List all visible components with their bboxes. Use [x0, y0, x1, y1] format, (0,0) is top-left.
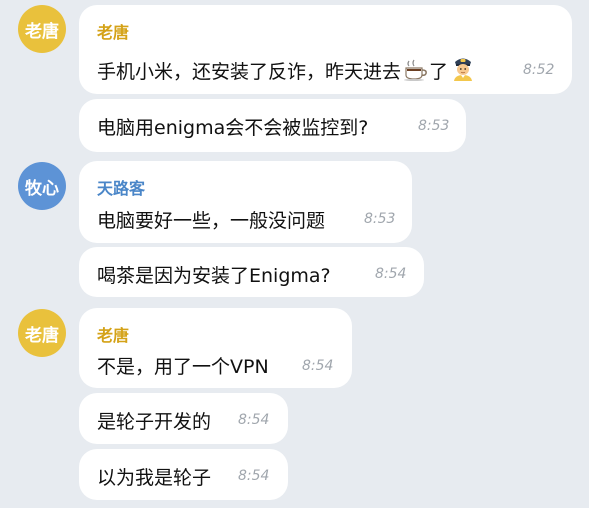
- message-bubble[interactable]: 天路客 电脑要好一些，一般没问题 8:53: [79, 161, 412, 243]
- message-timestamp: 8:53: [418, 118, 450, 134]
- sender-name[interactable]: 老唐: [97, 322, 129, 346]
- avatar[interactable]: 老唐: [18, 5, 66, 53]
- message-text: 是轮子开发的: [97, 411, 212, 433]
- coffee-cup-icon: [403, 59, 429, 86]
- message-timestamp: 8:54: [302, 358, 334, 374]
- message-timestamp: 8:54: [238, 412, 270, 428]
- message-bubble[interactable]: 老唐 不是，用了一个VPN 8:54: [79, 308, 352, 388]
- message-bubble[interactable]: 以为我是轮子 8:54: [79, 449, 288, 500]
- message-text: 不是，用了一个VPN: [97, 356, 269, 378]
- message-bubble[interactable]: 老唐 手机小米，还安装了反诈，昨天进去 了 8:52: [79, 5, 572, 94]
- sender-name[interactable]: 老唐: [97, 19, 129, 43]
- message-bubble[interactable]: 喝茶是因为安装了Enigma? 8:54: [79, 247, 424, 297]
- message-text: 电脑用enigma会不会被监控到?: [97, 117, 369, 139]
- message-text: 以为我是轮子: [97, 467, 212, 489]
- message-timestamp: 8:54: [375, 266, 407, 282]
- police-officer-icon: [450, 55, 476, 86]
- message-timestamp: 8:52: [523, 62, 555, 78]
- message-text: 喝茶是因为安装了Enigma?: [97, 265, 331, 287]
- message-bubble[interactable]: 电脑用enigma会不会被监控到? 8:53: [79, 99, 466, 152]
- avatar[interactable]: 老唐: [18, 309, 66, 357]
- message-text: 手机小米，还安装了反诈，昨天进去 了: [97, 55, 476, 86]
- message-timestamp: 8:54: [238, 468, 270, 484]
- sender-name[interactable]: 天路客: [97, 175, 145, 199]
- avatar[interactable]: 牧心: [18, 162, 66, 210]
- message-bubble[interactable]: 是轮子开发的 8:54: [79, 393, 288, 444]
- message-text: 电脑要好一些，一般没问题: [97, 210, 326, 232]
- message-timestamp: 8:53: [364, 211, 396, 227]
